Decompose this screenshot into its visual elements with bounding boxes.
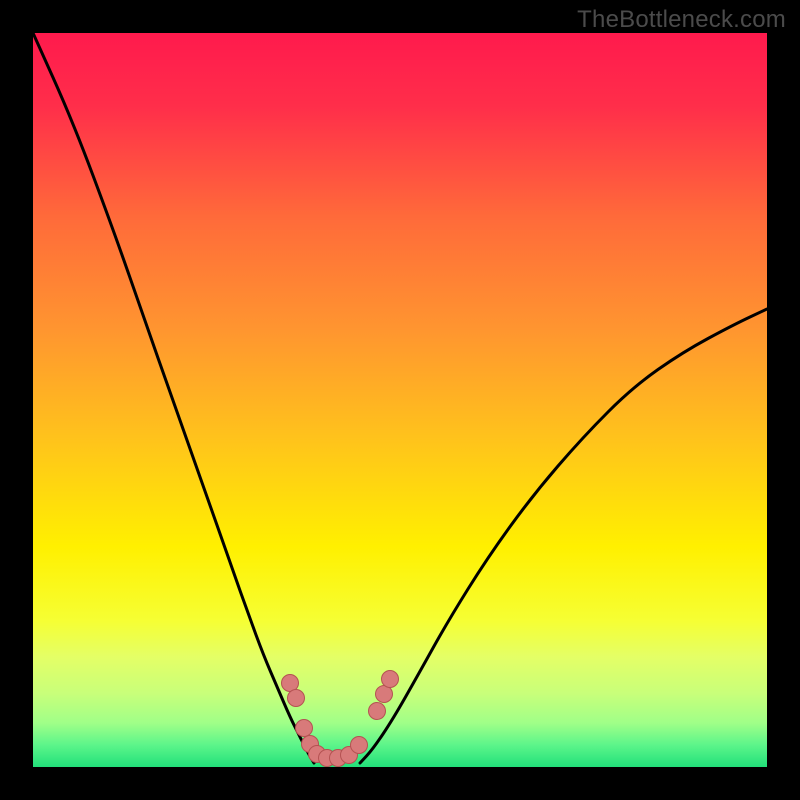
- chart-frame: TheBottleneck.com: [0, 0, 800, 800]
- data-marker: [382, 671, 399, 688]
- watermark-text: TheBottleneck.com: [577, 6, 786, 34]
- data-marker: [376, 686, 393, 703]
- marker-group: [282, 671, 399, 767]
- curve-layer: [33, 33, 767, 767]
- data-marker: [351, 737, 368, 754]
- data-marker: [282, 675, 299, 692]
- plot-area: [33, 33, 767, 767]
- curve-right: [360, 309, 767, 763]
- data-marker: [288, 690, 305, 707]
- data-marker: [369, 703, 386, 720]
- data-marker: [296, 720, 313, 737]
- curve-left: [33, 33, 314, 763]
